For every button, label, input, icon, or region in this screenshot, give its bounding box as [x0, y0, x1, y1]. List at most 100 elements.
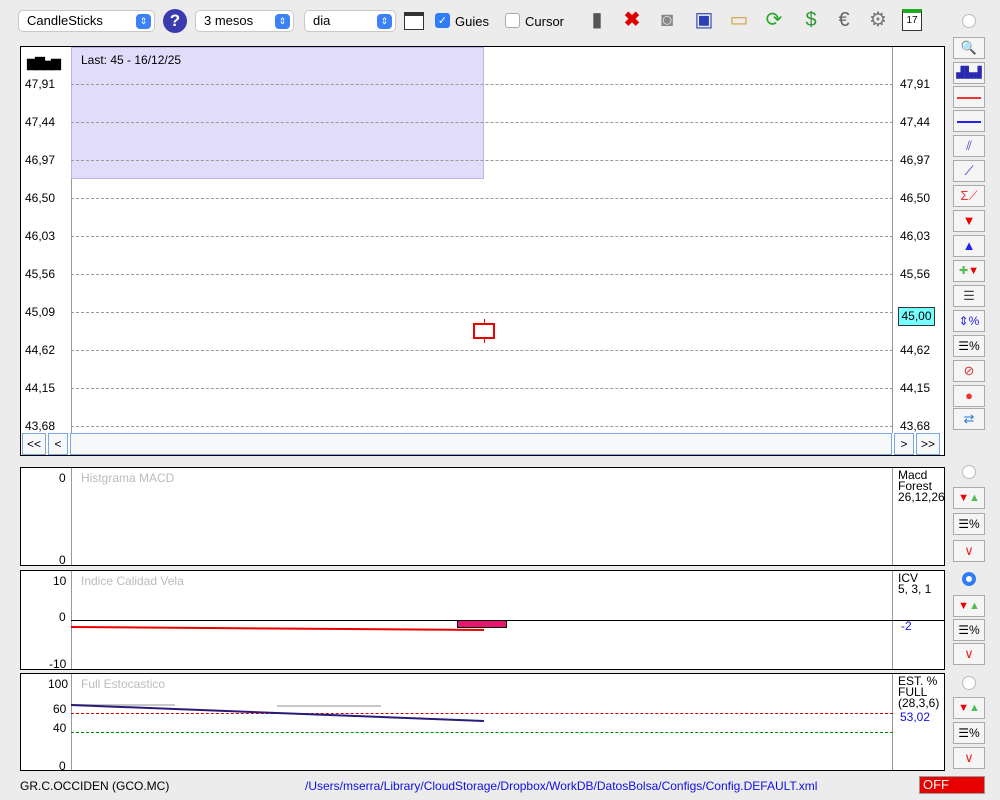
- nav-prev-button[interactable]: <: [48, 433, 68, 455]
- stoch-params: (28,3,6): [898, 696, 940, 710]
- y-tick: 0: [59, 610, 66, 624]
- oscillator-icon[interactable]: ∨: [953, 643, 985, 665]
- panel-radio-macd[interactable]: [962, 465, 976, 479]
- gridline: [71, 84, 893, 85]
- signals-icon[interactable]: ▼▲: [953, 487, 985, 509]
- y-tick: 0: [59, 471, 66, 485]
- red-horizontal-line-icon[interactable]: [953, 86, 985, 108]
- range-percent-icon[interactable]: ⇕%: [953, 310, 985, 332]
- y-tick-left: 45,09: [25, 305, 56, 319]
- refresh-icon[interactable]: ⟳: [760, 6, 788, 34]
- y-tick-left: 44,62: [25, 343, 56, 357]
- nav-last-button[interactable]: >>: [916, 433, 940, 455]
- trendline-icon[interactable]: ⟋: [953, 160, 985, 182]
- guies-checkbox[interactable]: ✓: [435, 13, 450, 28]
- chart-window-icon[interactable]: [404, 12, 424, 30]
- lines-percent-icon[interactable]: ☰%: [953, 619, 985, 641]
- lines-percent-icon[interactable]: ☰%: [953, 722, 985, 744]
- lines-percent-icon[interactable]: ☰%: [953, 335, 985, 357]
- macd-title: Histgrama MACD: [81, 471, 175, 485]
- dollar-refresh-icon[interactable]: $: [797, 6, 825, 34]
- last-price-label: Last: 45 - 16/12/25: [81, 53, 182, 67]
- y-tick: 0: [59, 759, 66, 773]
- gridline: [71, 122, 893, 123]
- period-value: 3 mesos: [204, 13, 254, 28]
- gridline: [71, 388, 893, 389]
- add-signal-icon[interactable]: ✚▼: [953, 260, 985, 282]
- calendar-icon[interactable]: 17: [902, 9, 922, 31]
- macd-plot-area: [71, 468, 893, 565]
- panel-radio-icv[interactable]: [962, 572, 976, 586]
- stoch-lines: [71, 704, 485, 722]
- icv-panel[interactable]: Indice Calidad Vela 10 0 -10 ICV 5, 3, 1…: [20, 570, 945, 671]
- config-path-link[interactable]: /Users/mserra/Library/CloudStorage/Dropb…: [305, 779, 817, 793]
- no-entry-icon[interactable]: ⊘: [953, 360, 985, 382]
- gridline: [71, 312, 893, 313]
- icv-value: -2: [901, 619, 912, 633]
- bars-icon: ▆▇▅▆: [27, 55, 61, 70]
- y-tick: 40: [53, 721, 67, 735]
- trash-icon[interactable]: ▮: [583, 6, 611, 34]
- signals-icon[interactable]: ▼▲: [953, 595, 985, 617]
- save-icon[interactable]: ▣: [690, 6, 718, 34]
- blue-horizontal-line-icon[interactable]: [953, 110, 985, 132]
- y-tick-right: 46,97: [900, 153, 931, 167]
- dashed-lines-icon[interactable]: ☰: [953, 285, 985, 307]
- y-tick-left: 43,68: [25, 419, 56, 433]
- panel-radio-main[interactable]: [962, 14, 976, 28]
- y-tick-right: 44,62: [900, 343, 931, 357]
- gear-icon[interactable]: ⚙: [864, 6, 892, 34]
- euro-icon[interactable]: €: [830, 6, 858, 34]
- cursor-checkbox[interactable]: [505, 13, 520, 28]
- y-tick-right: 43,68: [900, 419, 931, 433]
- status-off-badge[interactable]: OFF: [919, 776, 985, 794]
- nav-next-button[interactable]: >: [894, 433, 914, 455]
- icv-bar: [457, 620, 507, 628]
- record-icon[interactable]: ●: [953, 385, 985, 407]
- horizontal-scrollbar[interactable]: [70, 433, 892, 455]
- lines-percent-icon[interactable]: ☰%: [953, 513, 985, 535]
- guies-label: Guies: [455, 14, 489, 29]
- sum-trendline-icon[interactable]: Σ⟋: [953, 185, 985, 207]
- y-tick-left: 46,97: [25, 153, 56, 167]
- stoch-value: 53,02: [900, 710, 931, 724]
- nav-first-button[interactable]: <<: [22, 433, 46, 455]
- channel-icon[interactable]: ⫽: [953, 135, 985, 157]
- oscillator-icon[interactable]: ∨: [953, 540, 985, 562]
- y-tick: 0: [59, 553, 66, 567]
- panel-radio-stoch[interactable]: [962, 676, 976, 690]
- icv-line: [71, 626, 485, 631]
- arrow-up-icon[interactable]: ▲: [953, 235, 985, 257]
- zoom-icon[interactable]: 🔍: [953, 37, 985, 59]
- gridline: [71, 274, 893, 275]
- price-chart[interactable]: Last: 45 - 16/12/25 ▆▇▅▆ 47,91 47,91 47,44…: [20, 46, 945, 456]
- current-price-badge: 45,00: [898, 307, 935, 326]
- open-folder-icon[interactable]: ▭: [725, 6, 753, 34]
- y-tick-left: 45,56: [25, 267, 56, 281]
- ticker-label: GR.C.OCCIDEN (GCO.MC): [20, 779, 170, 793]
- swap-icon[interactable]: ⇄: [953, 408, 985, 430]
- macd-panel[interactable]: Histgrama MACD 0 0 Macd Forest 26,12,26: [20, 467, 945, 567]
- chevron-updown-icon: ⇕: [275, 14, 290, 29]
- candle-body[interactable]: [473, 323, 495, 339]
- chart-overview-icon[interactable]: ▟▙▟: [953, 62, 985, 84]
- y-tick-right: 47,44: [900, 115, 931, 129]
- chevron-updown-icon: ⇕: [136, 14, 151, 29]
- gridline: [71, 426, 893, 427]
- gridline: [71, 236, 893, 237]
- chart-type-value: CandleSticks: [27, 13, 103, 28]
- y-tick-left: 47,44: [25, 115, 56, 129]
- y-tick-right: 46,50: [900, 191, 931, 205]
- delete-icon[interactable]: ✖: [618, 6, 646, 34]
- stochastic-panel[interactable]: Full Estocastico 100 60 40 0 EST. % FULL…: [20, 673, 945, 773]
- oscillator-icon[interactable]: ∨: [953, 747, 985, 769]
- period-select[interactable]: 3 mesos ⇕: [195, 10, 294, 32]
- help-icon[interactable]: ?: [163, 9, 187, 33]
- interval-select[interactable]: dia ⇕: [304, 10, 396, 32]
- y-tick: 10: [53, 574, 67, 588]
- y-tick-left: 46,50: [25, 191, 56, 205]
- chart-type-select[interactable]: CandleSticks ⇕: [18, 10, 155, 32]
- lamp-icon[interactable]: ◙: [653, 6, 681, 34]
- signals-icon[interactable]: ▼▲: [953, 697, 985, 719]
- arrow-down-icon[interactable]: ▼: [953, 210, 985, 232]
